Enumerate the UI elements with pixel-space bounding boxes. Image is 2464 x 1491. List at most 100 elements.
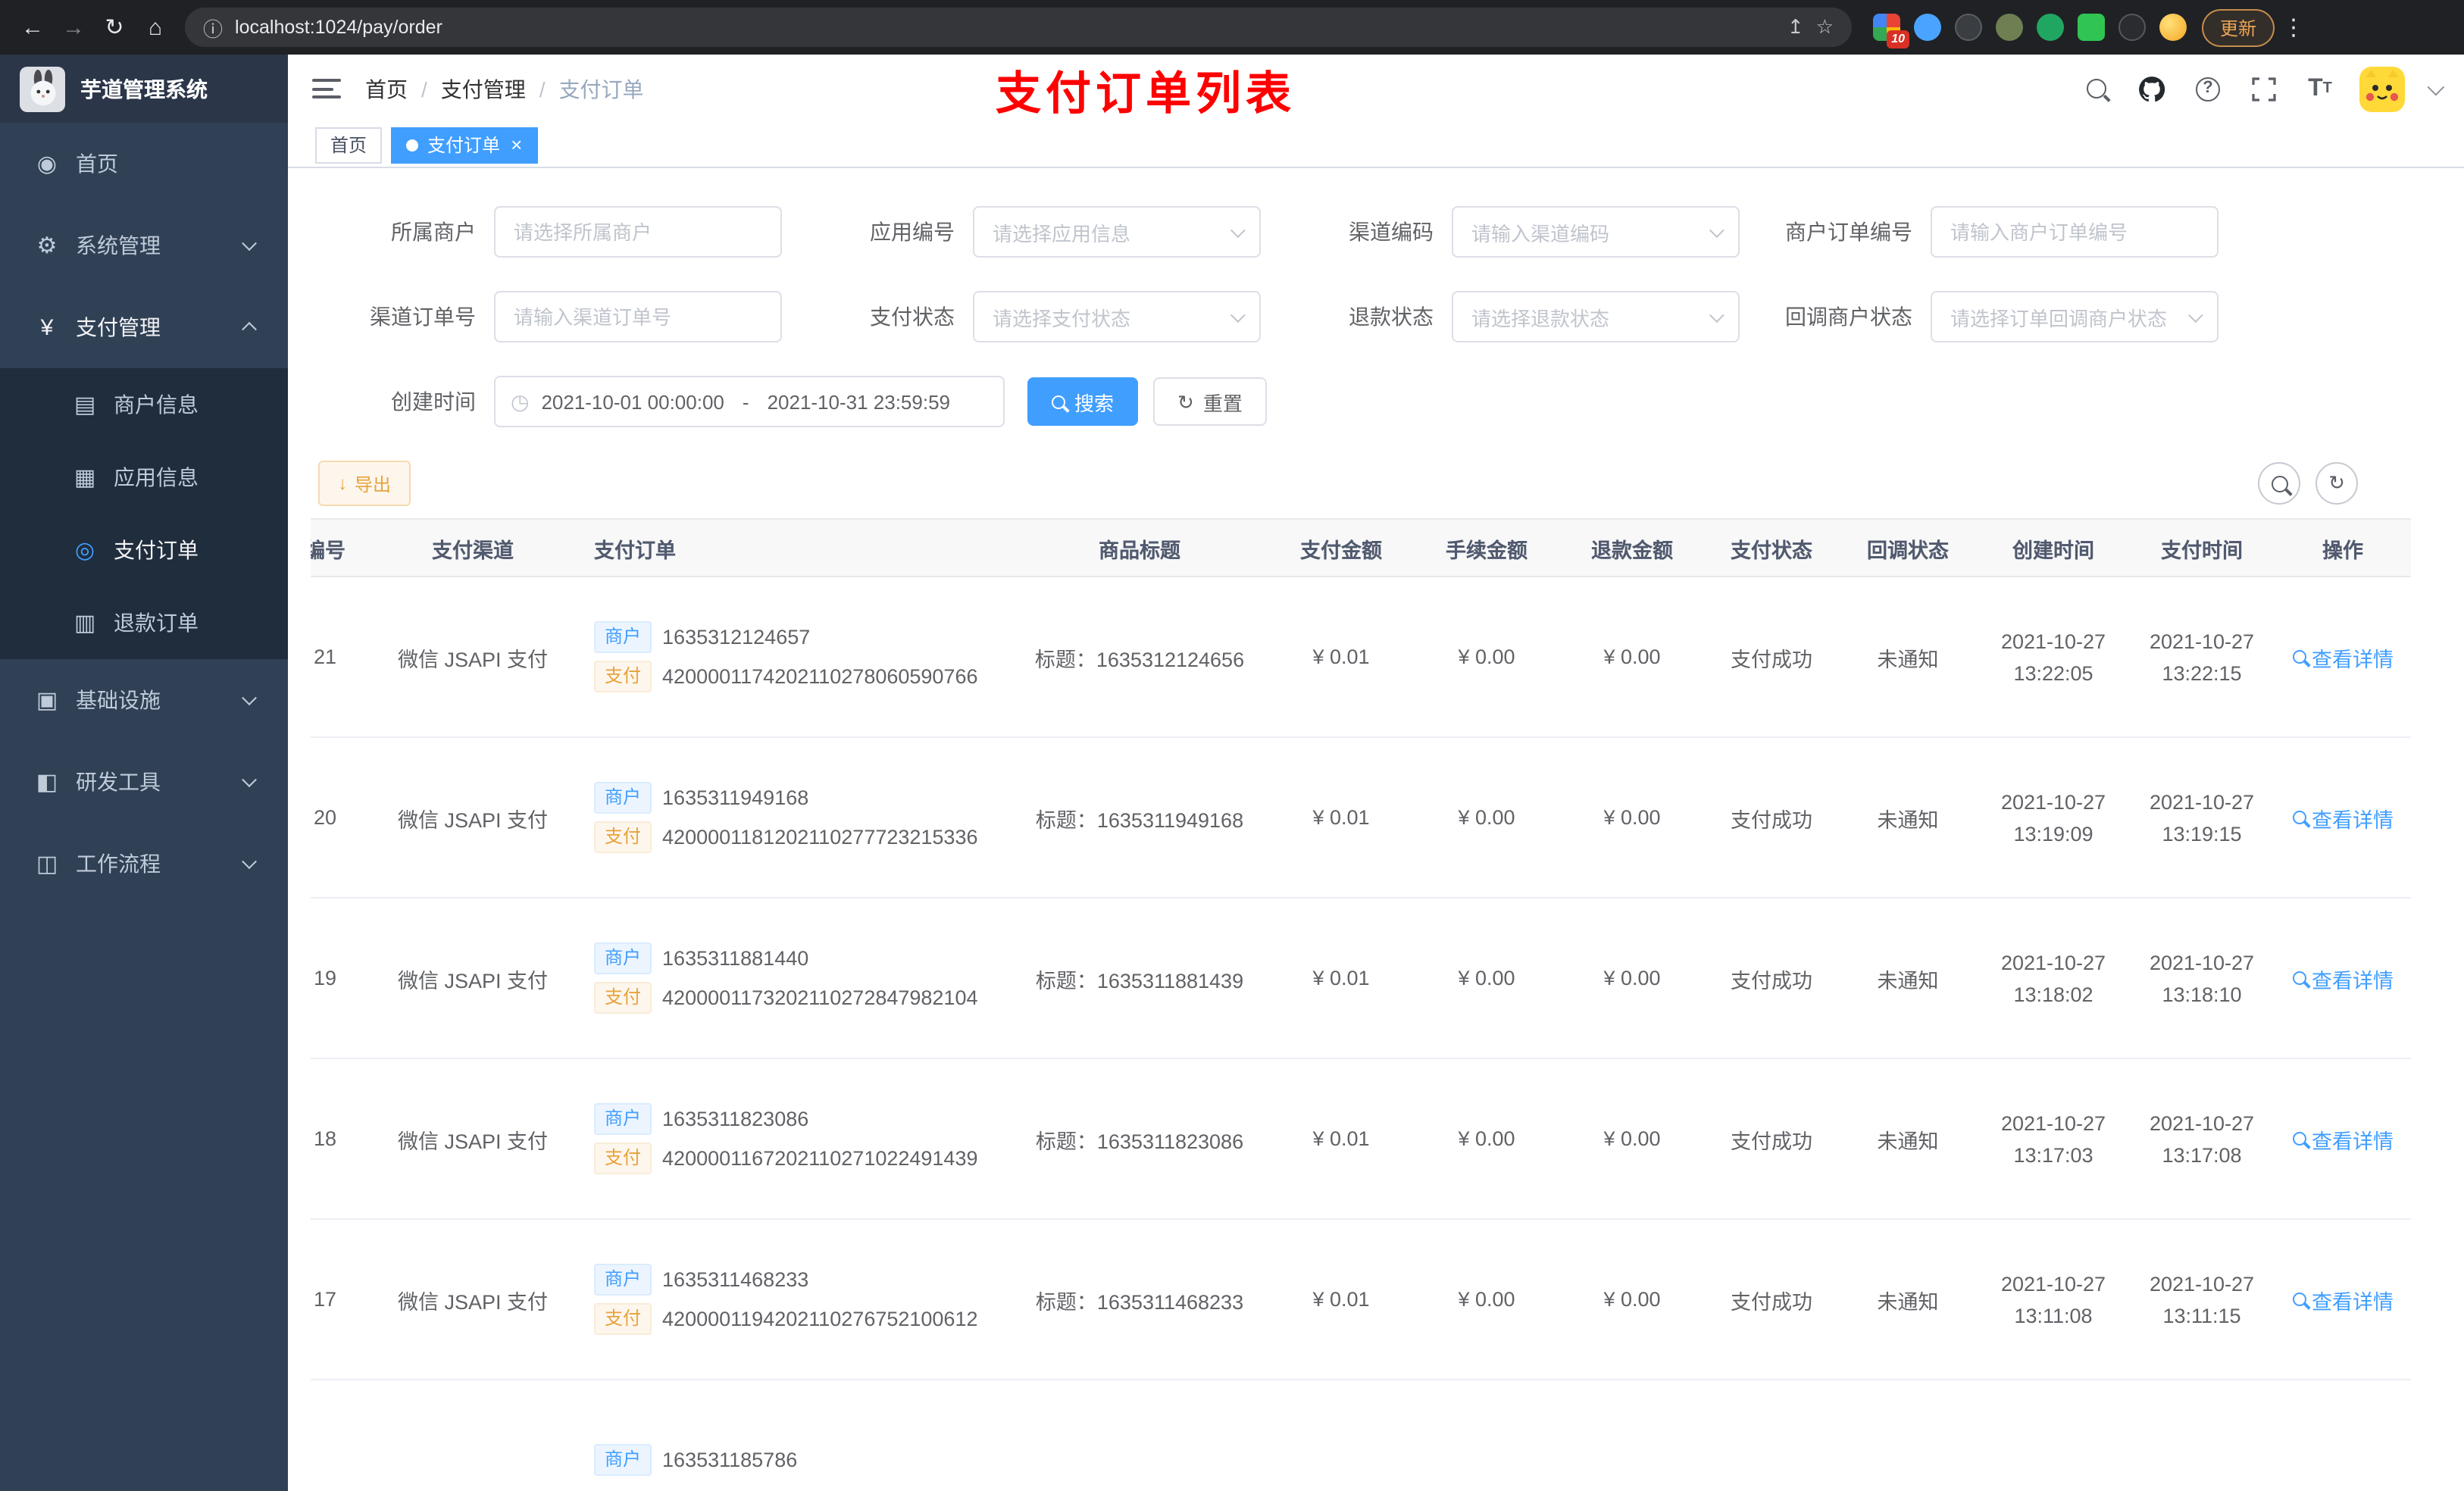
cell-pay-time: 2021-10-27 13:11:15 (2129, 1219, 2275, 1380)
tab-close-icon[interactable]: × (511, 135, 522, 155)
cell-actions: 查看详情 (2275, 898, 2411, 1059)
cell-refund-amount: ¥ 0.00 (1559, 1219, 1705, 1380)
merchant-tag: 商户 (594, 1264, 652, 1296)
cell-notify: 未通知 (1838, 1219, 1978, 1380)
cell-fee-amount: ¥ 0.00 (1414, 737, 1559, 899)
sidebar-toggle-icon[interactable] (312, 79, 341, 98)
browser-home-icon[interactable]: ⌂ (135, 7, 176, 48)
app-logo[interactable]: 芋道管理系统 (0, 55, 288, 123)
extension-check-icon[interactable] (2037, 14, 2064, 41)
sidebar-item-merchant-info[interactable]: ▤ 商户信息 (0, 368, 288, 441)
share-icon[interactable]: ↥ (1787, 15, 1804, 39)
cell-actions (2275, 1380, 2411, 1491)
cell-pay-amount (1268, 1380, 1414, 1491)
extension-olive-icon[interactable] (1996, 14, 2023, 41)
extension-dark-icon[interactable] (1955, 14, 1982, 41)
browser-reload-icon[interactable]: ↻ (94, 7, 135, 48)
order-table-container: 编号 支付渠道 支付订单 商品标题 支付金额 手续金额 退款金额 支付状态 回调… (311, 518, 2434, 1491)
extension-pin-icon[interactable] (2118, 14, 2146, 41)
sidebar-item-label: 商户信息 (114, 392, 199, 417)
sidebar-item-home[interactable]: ◉ 首页 (0, 123, 288, 205)
bookmark-star-icon[interactable]: ☆ (1816, 15, 1834, 39)
table-row-partial: 商户 163531185786 (311, 1380, 2411, 1491)
merchant-input[interactable] (494, 206, 782, 258)
reset-button[interactable]: ↻ 重置 (1153, 377, 1267, 426)
breadcrumb-home[interactable]: 首页 (365, 73, 408, 104)
tags-view: 首页 支付订单 × (288, 123, 2464, 168)
channel-order-input[interactable] (494, 291, 782, 342)
merchant-tag: 商户 (594, 1444, 652, 1476)
extension-drop-icon[interactable] (1914, 14, 1941, 41)
site-info-icon[interactable]: ⓘ (203, 13, 223, 42)
sidebar-item-label: 支付订单 (114, 538, 199, 562)
sidebar-item-dev-tools[interactable]: ◧ 研发工具 (0, 741, 288, 823)
extension-green-square-icon[interactable] (2078, 14, 2105, 41)
cell-order: 商户 1635311468233 支付 4200001194202110276752… (579, 1219, 1011, 1380)
active-dot-icon (406, 139, 419, 151)
view-detail-link[interactable]: 查看详情 (2292, 963, 2394, 993)
search-button[interactable]: 搜索 (1027, 377, 1139, 426)
view-detail-link[interactable]: 查看详情 (2292, 1124, 2394, 1154)
user-menu-caret-icon[interactable] (2427, 77, 2445, 95)
channel-code-select[interactable]: 请输入渠道编码 (1452, 206, 1740, 258)
reset-button-label: 重置 (1202, 392, 1243, 414)
cell-title: 标题：1635311949168 (1011, 737, 1268, 899)
address-bar[interactable]: ⓘ localhost:1024/pay/order ↥ ☆ (185, 8, 1852, 47)
pay-status-select[interactable]: 请选择支付状态 (973, 291, 1261, 342)
sidebar-item-payment[interactable]: ¥ 支付管理 (0, 286, 288, 368)
sidebar-item-refund-order[interactable]: ▥ 退款订单 (0, 586, 288, 659)
merchant-label: 所属商户 (391, 220, 476, 244)
export-button[interactable]: ↓ 导出 (318, 461, 411, 506)
refresh-table-button[interactable]: ↻ (2315, 462, 2358, 505)
cell-status: 支付成功 (1705, 1058, 1838, 1220)
pay-tag: 支付 (594, 1303, 652, 1335)
app-select[interactable]: 请选择应用信息 (973, 206, 1261, 258)
cell-fee-amount: ¥ 0.00 (1414, 1058, 1559, 1220)
sidebar-item-system[interactable]: ⚙ 系统管理 (0, 205, 288, 286)
pay-status-label: 支付状态 (870, 305, 955, 329)
create-time-range-picker[interactable]: ◷ 2021-10-01 00:00:00 - 2021-10-31 23:59… (494, 376, 1005, 427)
font-size-icon[interactable]: TT (2303, 72, 2337, 105)
cell-channel: 微信 JSAPI 支付 (367, 577, 579, 738)
notify-status-select[interactable]: 请选择订单回调商户状态 (1931, 291, 2219, 342)
chevron-down-icon (2187, 307, 2203, 323)
extension-emoji-icon[interactable] (2159, 14, 2187, 41)
extension-puzzle-icon[interactable]: 10 (1873, 14, 1909, 48)
browser-forward-icon[interactable]: → (53, 7, 94, 48)
browser-back-icon[interactable]: ← (12, 7, 53, 48)
cell-fee-amount: ¥ 0.00 (1414, 1219, 1559, 1380)
channel-code-label: 渠道编码 (1349, 220, 1434, 244)
tab-home[interactable]: 首页 (315, 127, 383, 163)
merchant-order-input[interactable] (1931, 206, 2219, 258)
refund-status-select[interactable]: 请选择退款状态 (1452, 291, 1740, 342)
chevron-down-icon (1709, 307, 1724, 323)
filter-merchant-order: 商户订单编号 (1747, 206, 2219, 258)
sidebar-item-pay-order[interactable]: ◎ 支付订单 (0, 514, 288, 586)
view-detail-link[interactable]: 查看详情 (2292, 1284, 2394, 1314)
table-toolbar: ↓ 导出 ↻ (318, 461, 2434, 506)
browser-update-button[interactable]: 更新 (2202, 8, 2275, 46)
url-text: localhost:1024/pay/order (235, 17, 442, 38)
sidebar-item-infrastructure[interactable]: ▣ 基础设施 (0, 659, 288, 741)
browser-menu-icon[interactable]: ⋮ (2275, 14, 2312, 41)
cell-refund-amount: ¥ 0.00 (1559, 577, 1705, 738)
breadcrumb-separator: / (421, 77, 427, 101)
date-separator: - (742, 390, 749, 413)
merchant-order-no: 163531185786 (662, 1449, 798, 1471)
page: 首页 / 支付管理 / 支付订单 支付订单列表 ? TT 首页 支付订单 × 所… (288, 55, 2464, 1491)
view-detail-link[interactable]: 查看详情 (2292, 642, 2394, 672)
tab-pay-order[interactable]: 支付订单 × (391, 127, 538, 163)
sidebar-item-workflow[interactable]: ◫ 工作流程 (0, 823, 288, 905)
help-icon[interactable]: ? (2191, 72, 2225, 105)
github-icon[interactable] (2135, 72, 2169, 105)
header-search-icon[interactable] (2079, 72, 2112, 105)
breadcrumb-payment[interactable]: 支付管理 (441, 73, 526, 104)
cell-pay-time: 2021-10-27 13:17:08 (2129, 1058, 2275, 1220)
view-detail-link[interactable]: 查看详情 (2292, 802, 2394, 833)
fullscreen-icon[interactable] (2247, 72, 2281, 105)
cell-refund-amount (1559, 1380, 1705, 1491)
user-avatar[interactable] (2359, 66, 2405, 111)
cell-notify: 未通知 (1838, 577, 1978, 738)
toggle-search-button[interactable] (2258, 462, 2300, 505)
sidebar-item-app-info[interactable]: ▦ 应用信息 (0, 441, 288, 514)
